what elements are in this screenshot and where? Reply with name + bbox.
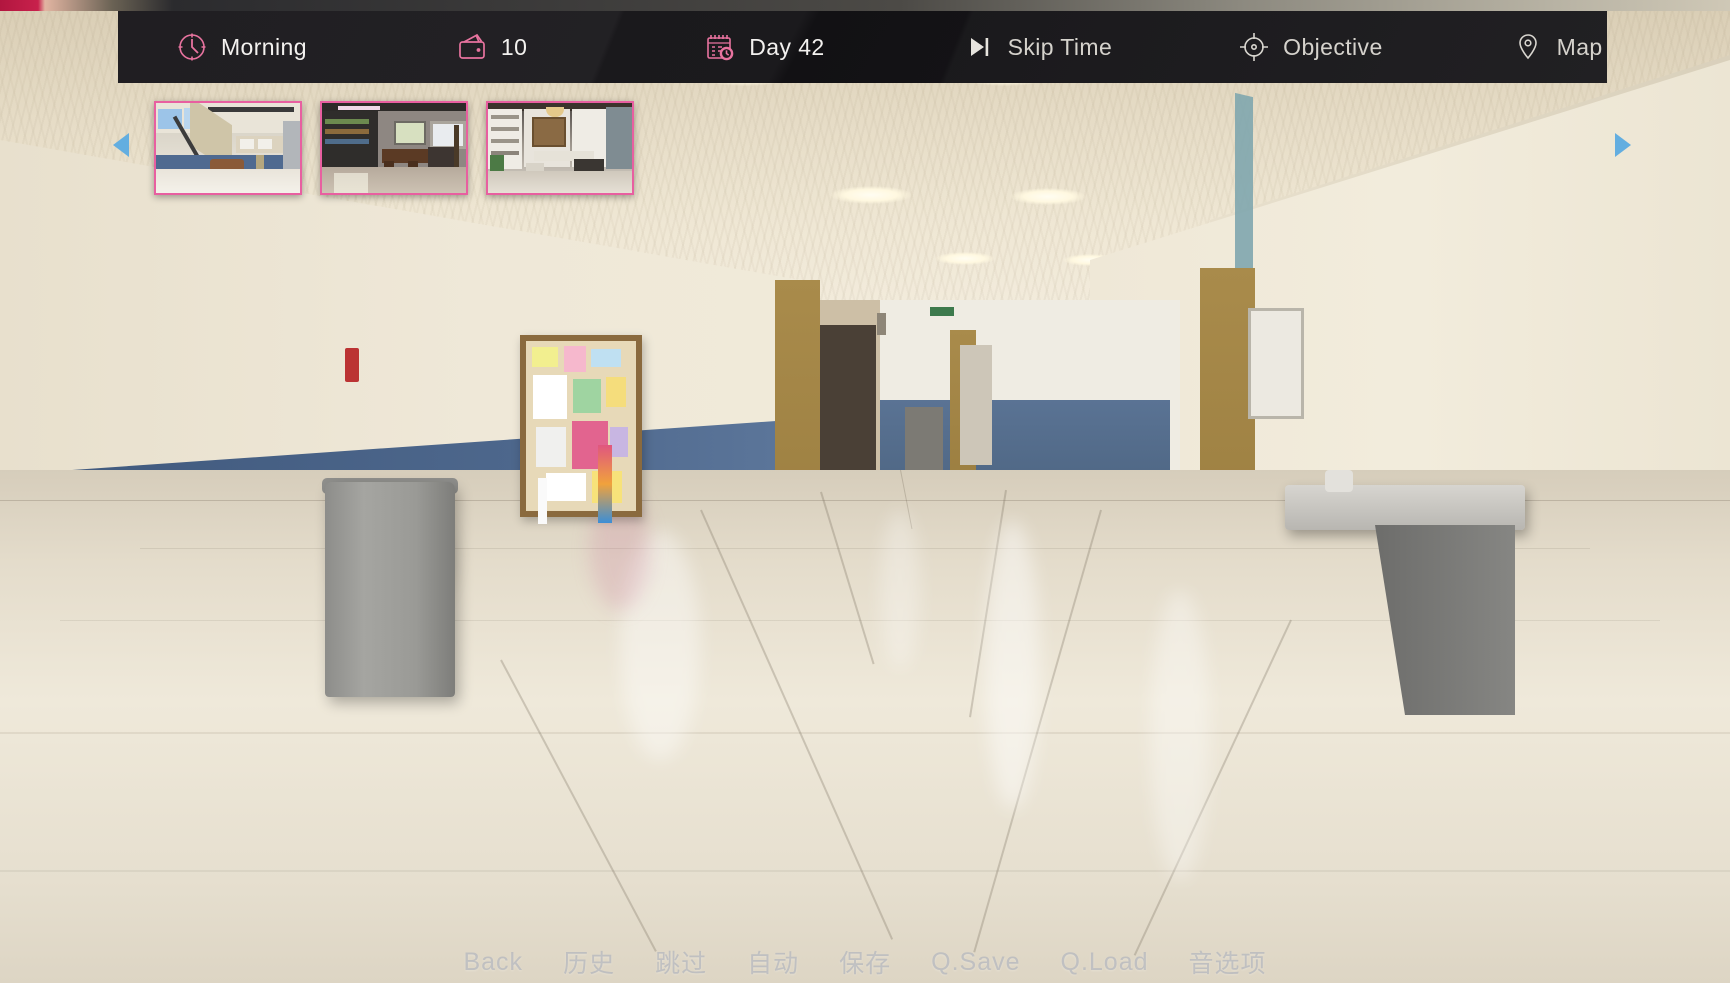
menu-history[interactable]: 历史 xyxy=(563,944,615,980)
location-gallery xyxy=(100,100,1660,195)
hud-item-objective[interactable]: Objective xyxy=(1237,30,1382,64)
menu-options[interactable]: 音选项 xyxy=(1189,944,1267,980)
wall-fixture xyxy=(877,313,886,335)
clock-icon xyxy=(175,30,209,64)
hud-label-skip-time: Skip Time xyxy=(1007,33,1113,60)
menu-back[interactable]: Back xyxy=(463,948,523,977)
ceiling-light xyxy=(935,252,995,265)
game-screen: Morning 10 Day 42 Skip Time Objective Ma… xyxy=(0,0,1730,983)
map-pin-icon xyxy=(1511,30,1545,64)
right-arrow-icon xyxy=(1602,125,1642,170)
wall-notice xyxy=(1248,308,1304,419)
location-thumbnail-study[interactable] xyxy=(486,100,634,195)
gallery-prev-button[interactable] xyxy=(100,126,144,170)
hud-label-time: Morning xyxy=(221,33,307,60)
trash-bin xyxy=(325,482,455,697)
location-thumbnail-dining-room[interactable] xyxy=(320,100,468,195)
hud-item-skip-time[interactable]: Skip Time xyxy=(962,30,1113,64)
poster-strip xyxy=(538,478,547,524)
hud-item-time[interactable]: Morning xyxy=(175,30,307,64)
hud-label-map: Map xyxy=(1556,33,1603,60)
water-fountain-spout xyxy=(1325,470,1353,492)
exit-sign xyxy=(930,307,954,316)
hanging-ribbons xyxy=(598,445,612,523)
location-thumbnail-atrium[interactable] xyxy=(154,100,302,195)
skip-icon xyxy=(962,30,996,64)
hud-item-money[interactable]: 10 xyxy=(455,30,527,64)
objective-icon xyxy=(1237,30,1271,64)
menu-quick-load[interactable]: Q.Load xyxy=(1061,948,1149,977)
menu-skip[interactable]: 跳过 xyxy=(655,944,707,980)
menu-auto[interactable]: 自动 xyxy=(747,944,799,980)
hud-item-day[interactable]: Day 42 xyxy=(703,30,824,64)
doorway xyxy=(820,325,876,485)
calendar-icon xyxy=(703,30,737,64)
hud-label-day: Day 42 xyxy=(749,33,825,60)
doorway xyxy=(960,345,992,465)
wallet-icon xyxy=(455,30,489,64)
hud-label-money: 10 xyxy=(500,33,528,60)
menu-quick-save[interactable]: Q.Save xyxy=(931,948,1020,977)
gallery-thumbnails xyxy=(154,100,634,195)
gallery-next-button[interactable] xyxy=(1600,126,1644,170)
fire-alarm xyxy=(345,348,359,382)
bottom-menu-bar: Back 历史 跳过 自动 保存 Q.Save Q.Load 音选项 xyxy=(0,945,1730,979)
hud-item-map[interactable]: Map xyxy=(1511,30,1603,64)
left-arrow-icon xyxy=(102,125,142,170)
locker xyxy=(905,407,943,479)
menu-save[interactable]: 保存 xyxy=(839,944,891,980)
window-title-strip xyxy=(0,0,1730,11)
hud-bar: Morning 10 Day 42 Skip Time Objective Ma… xyxy=(118,11,1607,83)
hud-label-objective: Objective xyxy=(1283,33,1383,60)
water-fountain-basin xyxy=(1285,485,1525,530)
